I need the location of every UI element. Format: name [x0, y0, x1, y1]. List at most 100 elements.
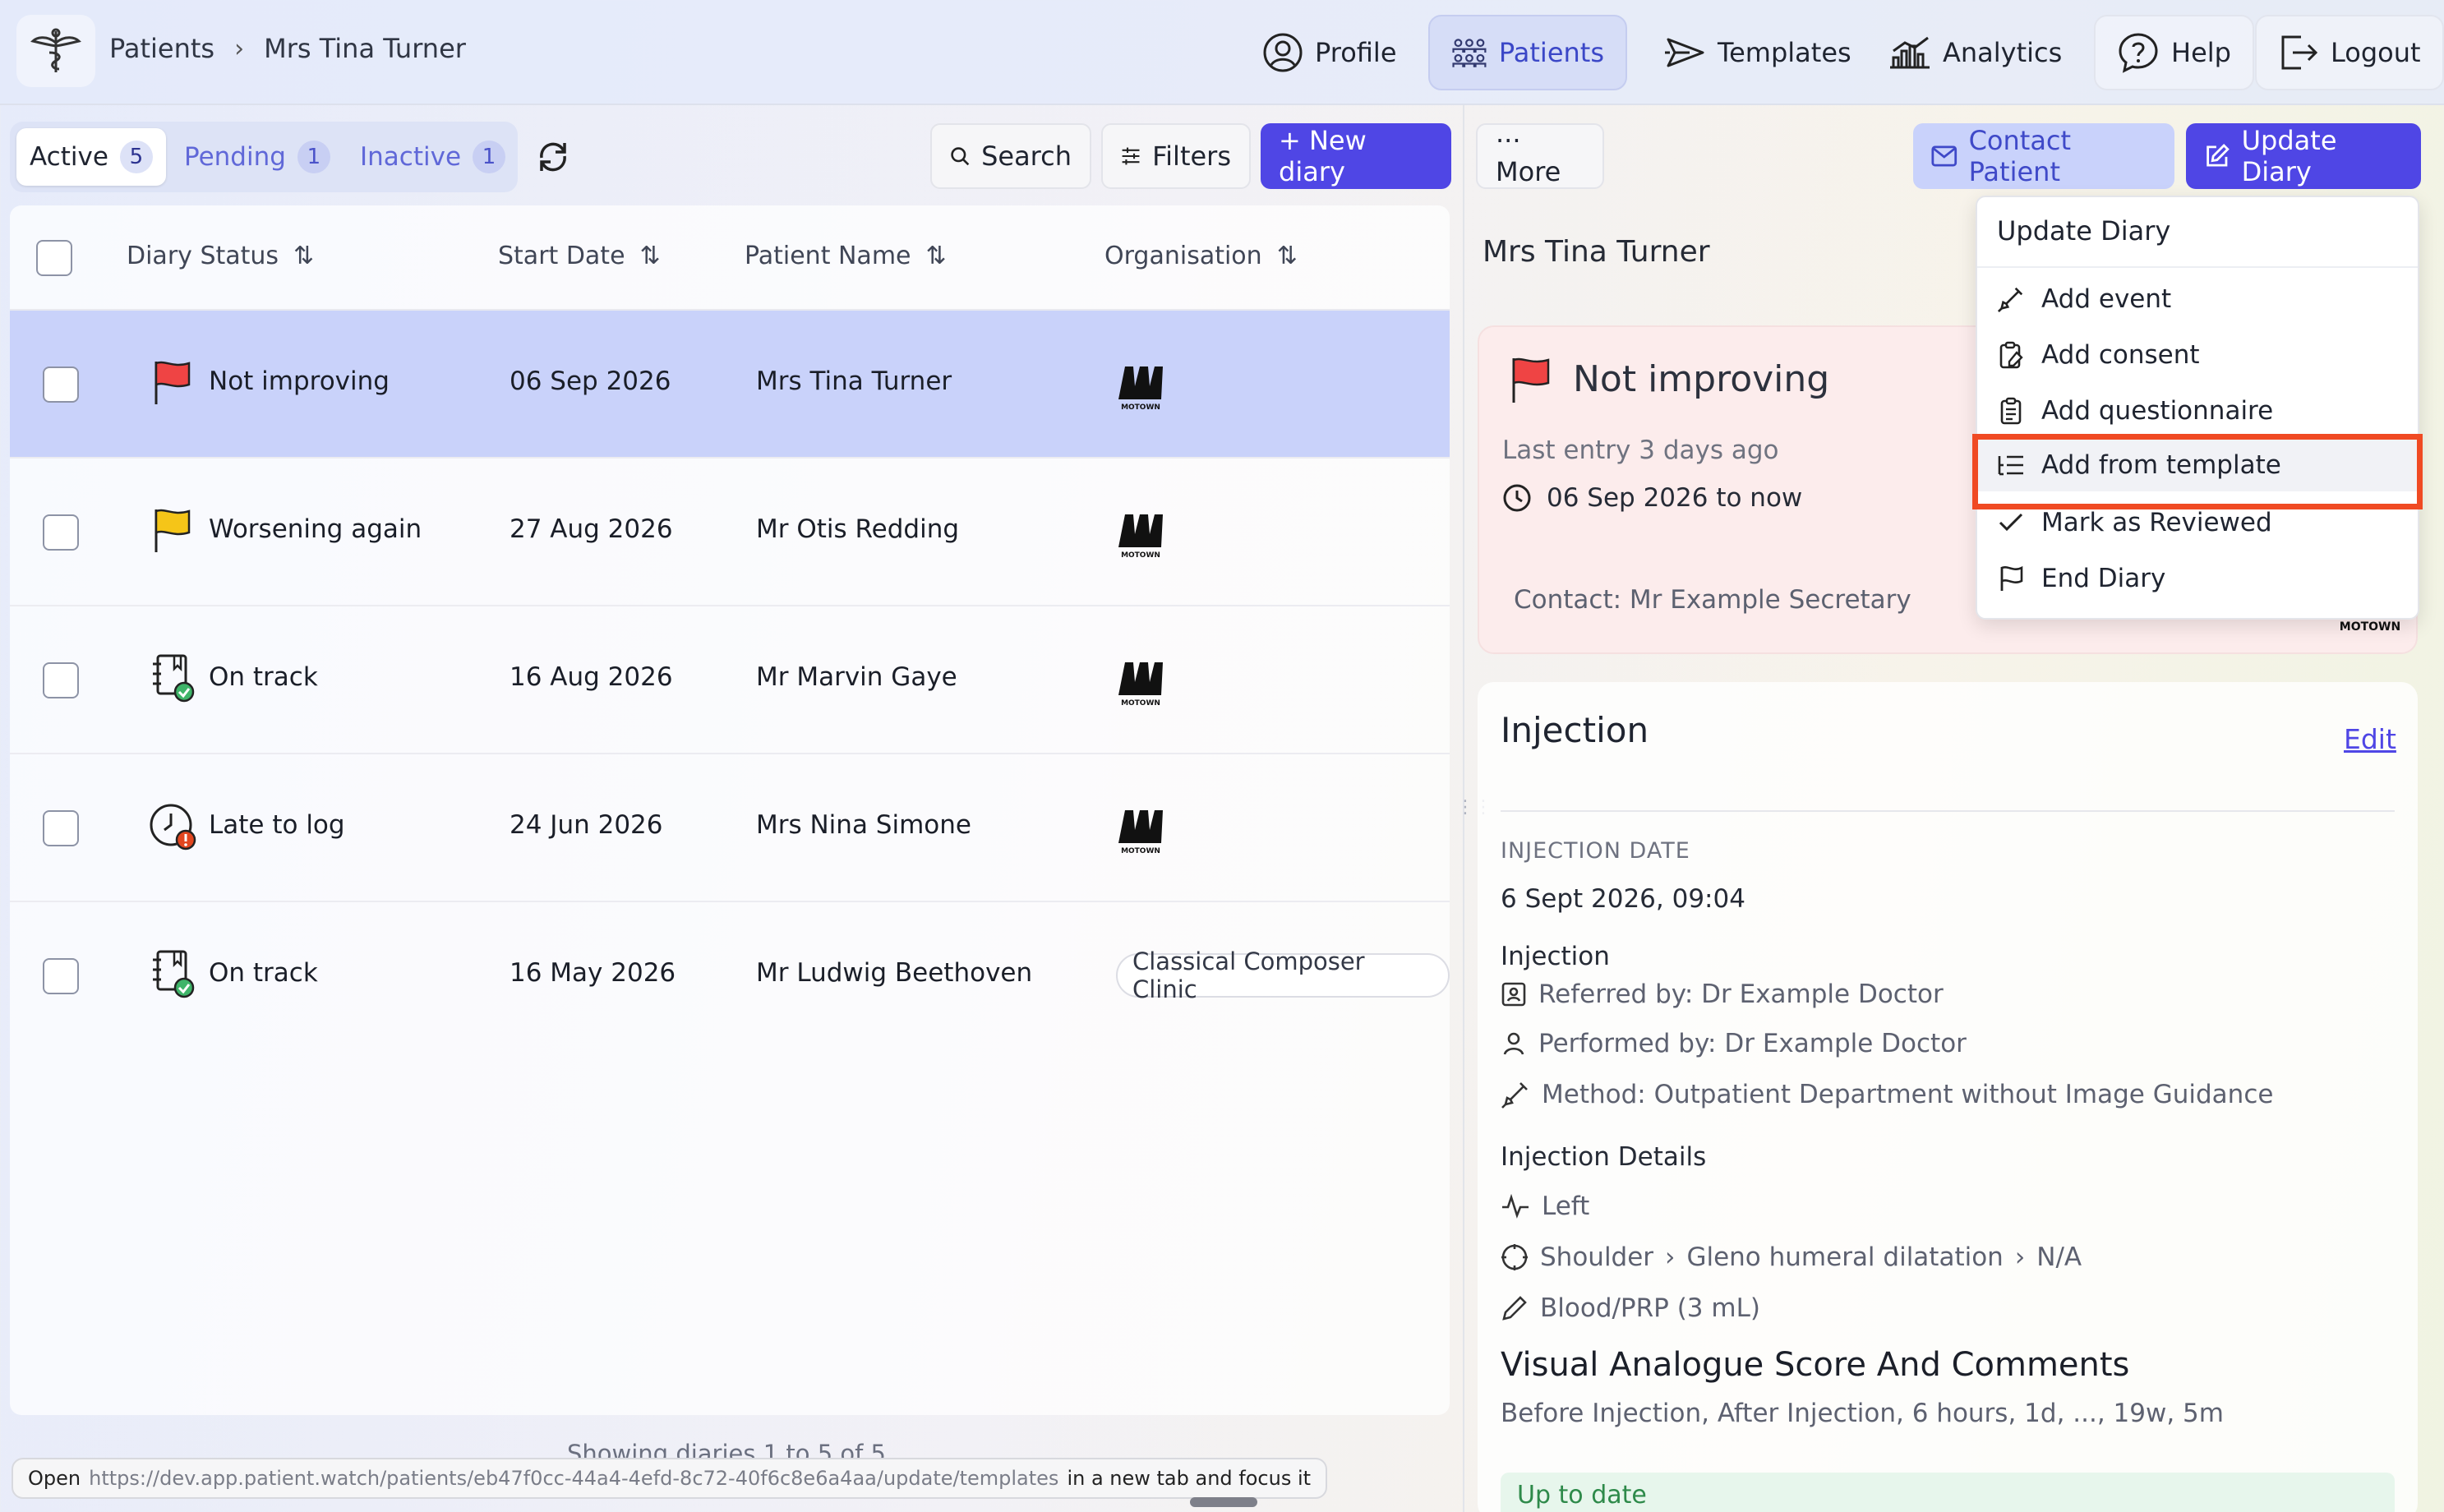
flag-icon: [2000, 565, 2023, 591]
column-header-organisation[interactable]: Organisation ⇅: [1104, 242, 1298, 270]
row-checkbox[interactable]: [43, 662, 79, 698]
column-header-start-date[interactable]: Start Date ⇅: [498, 242, 661, 270]
sliders-icon: [1122, 147, 1140, 165]
scroll-handle[interactable]: [1190, 1497, 1257, 1507]
contact-patient-button[interactable]: Contact Patient: [1913, 123, 2174, 189]
top-navigation-bar: Patients › Mrs Tina Turner Profile Patie…: [0, 0, 2444, 105]
menu-item-add-consent[interactable]: Add consent: [1977, 329, 2418, 381]
row-patient-name: Mr Marvin Gaye: [756, 662, 957, 692]
menu-title: Update Diary: [1997, 215, 2171, 247]
row-start-date: 16 Aug 2026: [510, 662, 673, 692]
injection-site: Shoulder › Gleno humeral dilatation › N/…: [1501, 1242, 2082, 1272]
nav-help-label: Help: [2171, 37, 2231, 68]
column-header-label: Patient Name: [745, 242, 911, 270]
method-text: Method: Outpatient Department without Im…: [1542, 1080, 2274, 1109]
row-patient-name: Mr Ludwig Beethoven: [756, 958, 1033, 988]
help-icon: [2119, 33, 2158, 73]
up-to-date-banner: Up to date: [1501, 1473, 2395, 1512]
refresh-icon[interactable]: [534, 138, 572, 176]
menu-item-end-diary[interactable]: End Diary: [1977, 552, 2418, 605]
column-header-patient-name[interactable]: Patient Name ⇅: [745, 242, 947, 270]
tab-inactive[interactable]: Inactive 1: [347, 128, 519, 186]
highlight-outline: [1972, 434, 2423, 509]
row-checkbox[interactable]: [43, 514, 79, 551]
tab-pending-count: 1: [297, 141, 330, 173]
nav-templates-label: Templates: [1718, 37, 1851, 68]
nav-logout[interactable]: Logout: [2255, 15, 2444, 90]
contact-text: Contact: Mr Example Secretary: [1514, 585, 1911, 615]
row-start-date: 27 Aug 2026: [510, 514, 673, 544]
yellow-flag-icon: [154, 509, 191, 552]
motown-logo: MOTOWN: [1118, 366, 1163, 412]
nav-profile-label: Profile: [1315, 37, 1397, 68]
row-checkbox[interactable]: [43, 810, 79, 846]
breadcrumb-current: Mrs Tina Turner: [264, 33, 466, 64]
nav-analytics-label: Analytics: [1943, 37, 2063, 68]
logout-icon: [2281, 35, 2318, 70]
table-row[interactable]: On track 16 May 2026 Mr Ludwig Beethoven…: [10, 902, 1450, 1050]
menu-item-add-questionnaire[interactable]: Add questionnaire: [1977, 385, 2418, 437]
injection-section-title: Injection: [1501, 710, 1649, 750]
more-button[interactable]: ··· More: [1476, 123, 1604, 189]
chevron-right-icon: ›: [234, 34, 245, 63]
row-checkbox[interactable]: [43, 366, 79, 403]
motown-logo-text: MOTOWN: [1121, 699, 1160, 708]
edit-link[interactable]: Edit: [2344, 723, 2396, 755]
nav-patients[interactable]: Patients: [1428, 15, 1627, 90]
select-all-checkbox[interactable]: [36, 240, 72, 276]
up-to-date-text: Up to date: [1517, 1481, 1647, 1510]
row-patient-name: Mrs Tina Turner: [756, 366, 952, 396]
row-status: On track: [209, 958, 318, 988]
table-row[interactable]: On track 16 Aug 2026 Mr Marvin Gaye MOTO…: [10, 606, 1450, 754]
site-part-3: N/A: [2036, 1242, 2082, 1272]
row-status: Not improving: [209, 366, 390, 396]
browser-link-preview: Open https://dev.app.patient.watch/patie…: [12, 1458, 1328, 1499]
app-logo[interactable]: [16, 15, 95, 87]
chevron-right-icon: ›: [2014, 1242, 2026, 1272]
diary-status-tabs: Active 5 Pending 1 Inactive 1: [10, 122, 518, 192]
mail-icon: [1931, 145, 1958, 167]
nav-help[interactable]: Help: [2094, 15, 2254, 90]
nav-logout-label: Logout: [2331, 37, 2421, 68]
vas-section-title: Visual Analogue Score And Comments: [1501, 1346, 2130, 1384]
table-row[interactable]: Late to log 24 Jun 2026 Mrs Nina Simone …: [10, 754, 1450, 902]
caduceus-logo-icon: [30, 28, 81, 72]
clipboard-list-icon: [2000, 397, 2022, 425]
vas-timepoints: Before Injection, After Injection, 6 hou…: [1501, 1399, 2224, 1428]
new-diary-button[interactable]: + New diary: [1261, 123, 1451, 189]
nav-patients-label: Patients: [1498, 37, 1604, 68]
column-header-label: Diary Status: [127, 242, 279, 270]
user-circle-icon: [1263, 33, 1303, 72]
patient-name-heading: Mrs Tina Turner: [1483, 235, 1710, 269]
breadcrumb-patients[interactable]: Patients: [109, 33, 214, 64]
injection-substance: Blood/PRP (3 mL): [1501, 1293, 1760, 1323]
injection-label: Injection: [1501, 942, 1610, 971]
substance-text: Blood/PRP (3 mL): [1540, 1293, 1760, 1323]
row-checkbox[interactable]: [43, 958, 79, 994]
menu-item-label: Add consent: [2041, 340, 2200, 370]
search-button[interactable]: Search: [930, 123, 1091, 189]
nav-profile[interactable]: Profile: [1241, 15, 1418, 90]
row-status: Worsening again: [209, 514, 422, 544]
filters-button[interactable]: Filters: [1101, 123, 1251, 189]
menu-item-add-event[interactable]: Add event: [1977, 273, 2418, 325]
tab-active-label: Active: [30, 142, 108, 172]
tab-active[interactable]: Active 5: [16, 128, 166, 186]
update-diary-button[interactable]: Update Diary: [2186, 123, 2421, 189]
performed-by: Performed by: Dr Example Doctor: [1501, 1029, 1967, 1058]
column-header-status[interactable]: Diary Status ⇅: [127, 242, 314, 270]
nav-templates[interactable]: Templates: [1644, 15, 1873, 90]
date-range-text: 06 Sep 2026 to now: [1547, 483, 1803, 513]
chevron-right-icon: ›: [1665, 1242, 1676, 1272]
site-part-2: Gleno humeral dilatation: [1686, 1242, 2004, 1272]
table-row[interactable]: Worsening again 27 Aug 2026 Mr Otis Redd…: [10, 459, 1450, 606]
tab-pending[interactable]: Pending 1: [171, 128, 344, 186]
diary-check-icon: [153, 654, 195, 703]
nav-analytics[interactable]: Analytics: [1867, 15, 2083, 90]
table-row[interactable]: Not improving 06 Sep 2026 Mrs Tina Turne…: [10, 311, 1450, 459]
menu-item-label: End Diary: [2041, 564, 2166, 593]
motown-logo-text: MOTOWN: [1121, 403, 1160, 412]
syringe-icon: [1997, 287, 2023, 313]
table-header: Diary Status ⇅ Start Date ⇅ Patient Name…: [10, 205, 1450, 311]
check-icon: [1999, 513, 2023, 532]
